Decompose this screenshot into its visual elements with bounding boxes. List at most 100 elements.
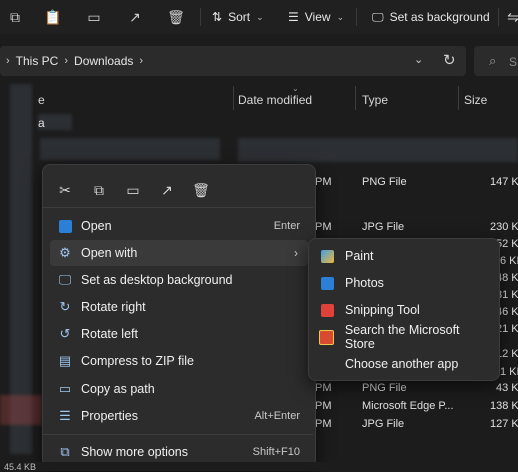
- row-date: PM: [315, 382, 332, 394]
- row-size: 43 KI: [496, 382, 518, 394]
- column-divider[interactable]: [233, 86, 234, 110]
- chevron-right-icon: ›: [294, 246, 298, 260]
- breadcrumb-downloads[interactable]: Downloads: [74, 54, 133, 68]
- submenu-item-search-store[interactable]: Search the Microsoft Store: [314, 323, 492, 351]
- photo-app-icon: [56, 219, 74, 233]
- column-header-date-modified[interactable]: Date modified: [238, 90, 312, 110]
- search-placeholder: S: [509, 55, 518, 69]
- column-header-name[interactable]: e: [38, 90, 45, 110]
- rotate-right-icon: ↻: [59, 299, 71, 314]
- properties-icon: ☰: [59, 408, 71, 423]
- menu-item-set-desktop-background[interactable]: 🖵 Set as desktop background: [50, 267, 308, 293]
- menu-item-open-with[interactable]: ⚙ Open with ›: [50, 240, 308, 266]
- chevron-right-icon: ›: [6, 55, 10, 67]
- row-date: PM: [315, 221, 332, 233]
- blurred-filename: [40, 138, 220, 160]
- menu-item-label: Copy as path: [81, 382, 155, 396]
- share-icon[interactable]: ↗: [124, 6, 146, 28]
- row-size: 6 KI: [500, 255, 518, 267]
- delete-icon[interactable]: 🗑: [165, 6, 187, 28]
- snipping-tool-icon: [318, 303, 336, 317]
- paste-icon[interactable]: 📋: [42, 6, 64, 28]
- menu-item-open[interactable]: Open Enter: [50, 213, 308, 239]
- row-size: 230 KI: [490, 221, 518, 233]
- submenu-item-snipping-tool[interactable]: Snipping Tool: [314, 297, 492, 323]
- column-divider[interactable]: [355, 86, 356, 110]
- chevron-right-icon: ›: [64, 55, 69, 67]
- delete-icon[interactable]: 🗑: [190, 180, 212, 200]
- copy-icon[interactable]: ⧉: [88, 180, 110, 200]
- view-button[interactable]: ☰ View ⌄: [288, 8, 344, 26]
- row-size: 1 KI: [500, 366, 518, 378]
- column-divider[interactable]: [458, 86, 459, 110]
- rotate-left-icon: ↺: [59, 326, 71, 341]
- submenu-item-label: Paint: [345, 249, 374, 263]
- submenu-item-photos[interactable]: Photos: [314, 270, 492, 296]
- row-size: 138 KI: [490, 400, 518, 412]
- copy-path-icon: ▭: [58, 381, 72, 396]
- menu-item-shortcut: Enter: [273, 220, 300, 232]
- row-type: PNG File: [362, 176, 407, 188]
- sort-label: Sort: [228, 10, 251, 24]
- menu-item-label: Show more options: [81, 445, 189, 459]
- share-icon[interactable]: ↗: [156, 180, 178, 200]
- blurred-thumbnail: [0, 395, 42, 425]
- menu-item-copy-as-path[interactable]: ▭ Copy as path: [50, 376, 308, 402]
- sort-icon: ⇅: [212, 10, 223, 24]
- menu-item-properties[interactable]: ☰ Properties Alt+Enter: [50, 403, 308, 429]
- desktop-icon: 🖵: [58, 272, 72, 287]
- row-date: PM: [315, 400, 332, 412]
- copy-icon[interactable]: ⧉: [4, 6, 26, 28]
- breadcrumb-this-pc[interactable]: This PC: [16, 54, 59, 68]
- breadcrumb: › This PC › Downloads ›: [6, 54, 143, 68]
- menu-item-rotate-right[interactable]: ↻ Rotate right: [50, 294, 308, 320]
- toolbar-divider: [356, 8, 357, 26]
- menu-item-label: Rotate right: [81, 300, 146, 314]
- address-dropdown-icon[interactable]: ⌄: [414, 53, 423, 66]
- sort-button[interactable]: ⇅ Sort ⌄: [212, 8, 264, 26]
- view-label: View: [304, 10, 331, 24]
- row-type: Microsoft Edge P...: [362, 400, 454, 412]
- more-icon[interactable]: ⇋: [502, 6, 518, 28]
- row-date: PM: [315, 418, 332, 430]
- menu-item-compress-zip[interactable]: ▤ Compress to ZIP file: [50, 348, 308, 374]
- zip-folder-icon: ▤: [58, 353, 72, 368]
- blurred-row: [238, 138, 518, 162]
- menu-item-label: Open with: [81, 246, 138, 260]
- paint-app-icon: [318, 249, 336, 263]
- chevron-down-icon: ⌄: [256, 11, 264, 22]
- view-icon: ☰: [288, 10, 299, 24]
- submenu-item-choose-another-app[interactable]: Choose another app: [314, 351, 492, 377]
- submenu-item-label: Photos: [345, 276, 384, 290]
- row-type: JPG File: [362, 221, 405, 233]
- row-size: 127 KI: [490, 418, 518, 430]
- cut-icon[interactable]: ✂: [54, 180, 76, 200]
- column-header-type[interactable]: Type: [362, 90, 388, 110]
- set-as-background-label: Set as background: [389, 10, 490, 24]
- menu-divider: [43, 207, 313, 208]
- toolbar-divider: [498, 8, 499, 26]
- set-as-background-button[interactable]: 🖵 Set as background: [372, 8, 490, 26]
- submenu-item-label: Snipping Tool: [345, 303, 420, 317]
- microsoft-store-icon: [318, 329, 336, 345]
- submenu-item-paint[interactable]: Paint: [314, 243, 492, 269]
- menu-item-label: Rotate left: [81, 327, 138, 341]
- submenu-item-label: Choose another app: [345, 357, 459, 371]
- rename-icon[interactable]: ▭: [122, 180, 144, 200]
- chevron-right-icon: ›: [139, 55, 144, 67]
- rename-icon[interactable]: ▭: [83, 6, 105, 28]
- column-header-size[interactable]: Size: [464, 90, 487, 110]
- menu-divider: [43, 434, 313, 435]
- menu-item-shortcut: Alt+Enter: [254, 410, 300, 422]
- sort-arrow-icon: ⌄: [292, 84, 299, 93]
- menu-item-label: Set as desktop background: [81, 273, 233, 287]
- row-type: JPG File: [362, 418, 405, 430]
- row-type: PNG File: [362, 382, 407, 394]
- more-options-icon: ⧉: [60, 444, 70, 459]
- desktop-icon: 🖵: [372, 9, 384, 24]
- menu-item-rotate-left[interactable]: ↺ Rotate left: [50, 321, 308, 347]
- chevron-down-icon: ⌄: [336, 11, 345, 22]
- refresh-icon[interactable]: ↻: [443, 51, 456, 69]
- filename-fragment: a: [38, 116, 45, 130]
- toolbar-divider: [200, 8, 201, 26]
